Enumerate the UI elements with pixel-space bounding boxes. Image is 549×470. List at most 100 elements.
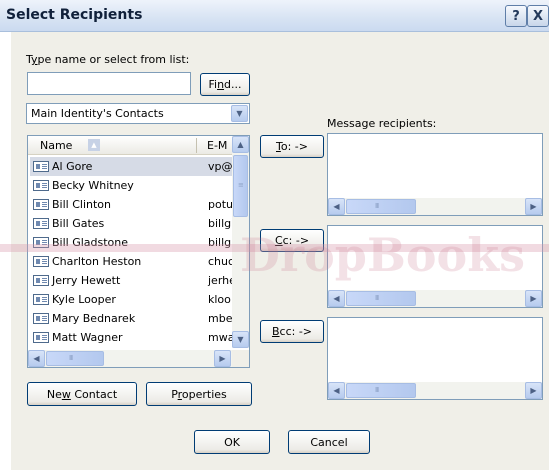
list-item[interactable]: Kyle Looper kloo [30, 290, 232, 309]
contact-email: potu [208, 198, 233, 211]
column-header-email[interactable]: E-M [207, 139, 227, 152]
contact-name: Bill Clinton [52, 198, 111, 211]
contact-name: Becky Whitney [52, 179, 134, 192]
address-book-value: Main Identity's Contacts [31, 107, 164, 120]
scroll-right-icon[interactable]: ▶ [525, 198, 542, 215]
dialog-body: Type name or select from list: Find... M… [11, 32, 549, 470]
help-button[interactable]: ? [505, 5, 527, 27]
bcc-recipients-list[interactable]: ◀ III ▶ [327, 317, 543, 400]
cc-recipients-list[interactable]: ◀ III ▶ [327, 225, 543, 308]
scroll-down-icon[interactable]: ▼ [232, 331, 249, 348]
to-button[interactable]: To: -> [260, 135, 324, 158]
grip-icon: III [375, 202, 379, 210]
list-item[interactable]: Matt Wagner mwa [30, 328, 235, 347]
contact-card-icon [33, 313, 49, 324]
properties-button[interactable]: Properties [146, 382, 252, 406]
contacts-horizontal-scrollbar[interactable]: ◀ III ▶ [28, 350, 232, 367]
scroll-left-icon[interactable]: ◀ [28, 350, 45, 367]
contact-name: Mary Bednarek [52, 312, 136, 325]
contact-email: mwa [208, 331, 235, 344]
grip-icon: III [375, 294, 379, 302]
scroll-corner [232, 350, 249, 367]
contact-card-icon [33, 218, 49, 229]
column-divider [196, 138, 197, 153]
list-header: Name ▲ E-M [28, 136, 232, 155]
contact-email: mbe [208, 312, 233, 325]
contact-card-icon [33, 256, 49, 267]
contacts-list[interactable]: Name ▲ E-M Al Gore vp@ Becky Whitney Bil… [27, 135, 250, 368]
cc-button[interactable]: Cc: -> [260, 229, 324, 252]
close-icon: X [532, 8, 544, 24]
close-button[interactable]: X [527, 5, 549, 27]
list-item[interactable]: Becky Whitney [30, 176, 232, 195]
to-horizontal-scrollbar[interactable]: ◀ III ▶ [328, 198, 542, 215]
list-item[interactable]: Al Gore vp@ [30, 157, 233, 176]
column-header-name[interactable]: Name [40, 139, 72, 152]
sort-ascending-icon: ▲ [88, 139, 100, 151]
search-input[interactable] [27, 72, 191, 95]
contact-card-icon [33, 294, 49, 305]
contact-card-icon [33, 161, 49, 172]
bcc-button-label: Bcc: -> [271, 325, 313, 338]
scroll-thumb[interactable]: III [346, 383, 416, 398]
contact-name: Kyle Looper [52, 293, 116, 306]
chevron-down-icon[interactable]: ▼ [231, 105, 248, 122]
find-button-label: Find... [208, 78, 242, 91]
scroll-thumb[interactable]: III [46, 351, 104, 366]
scroll-thumb[interactable]: III [346, 291, 416, 306]
scroll-left-icon[interactable]: ◀ [328, 290, 345, 307]
list-item[interactable]: Bill Gladstone billg( [30, 233, 235, 252]
contact-card-icon [33, 180, 49, 191]
list-item[interactable]: Bill Gates billg( [30, 214, 235, 233]
contact-card-icon [33, 332, 49, 343]
ok-label: OK [224, 435, 240, 449]
cancel-label: Cancel [310, 435, 348, 449]
new-contact-button[interactable]: New Contact [27, 382, 137, 406]
list-item[interactable]: Charlton Heston chuc [30, 252, 235, 271]
scroll-up-icon[interactable]: ▲ [232, 136, 249, 153]
scroll-thumb[interactable]: III [346, 199, 416, 214]
bcc-horizontal-scrollbar[interactable]: ◀ III ▶ [328, 382, 542, 399]
scroll-right-icon[interactable]: ▶ [525, 382, 542, 399]
find-button[interactable]: Find... [200, 73, 250, 96]
scroll-right-icon[interactable]: ▶ [214, 350, 231, 367]
help-icon: ? [512, 8, 520, 24]
address-book-select[interactable]: Main Identity's Contacts ▼ [26, 103, 250, 124]
grip-icon: ≡ [238, 181, 244, 189]
new-contact-label: New Contact [46, 387, 118, 401]
grip-icon: III [69, 354, 73, 362]
contact-name: Charlton Heston [52, 255, 142, 268]
contact-card-icon [33, 275, 49, 286]
grip-icon: III [375, 386, 379, 394]
scroll-left-icon[interactable]: ◀ [328, 198, 345, 215]
list-item[interactable]: Bill Clinton potu [30, 195, 233, 214]
cc-horizontal-scrollbar[interactable]: ◀ III ▶ [328, 290, 542, 307]
contact-name: Bill Gates [52, 217, 105, 230]
contact-name: Jerry Hewett [52, 274, 121, 287]
cancel-button[interactable]: Cancel [288, 430, 370, 454]
ok-button[interactable]: OK [194, 430, 270, 454]
scroll-right-icon[interactable]: ▶ [525, 290, 542, 307]
contacts-vertical-scrollbar[interactable]: ▲ ≡ ▼ [232, 136, 249, 348]
contact-card-icon [33, 237, 49, 248]
contact-card-icon [33, 199, 49, 210]
scroll-thumb[interactable]: ≡ [233, 155, 248, 217]
contact-email: kloo [208, 293, 231, 306]
contact-name: Matt Wagner [52, 331, 123, 344]
window-title: Select Recipients [6, 7, 143, 23]
bcc-button[interactable]: Bcc: -> [260, 320, 324, 343]
cc-button-label: Cc: -> [274, 234, 310, 247]
search-label: Type name or select from list: [26, 53, 190, 66]
contact-name: Al Gore [52, 160, 93, 173]
list-item[interactable]: Mary Bednarek mbe [30, 309, 232, 328]
properties-label: Properties [171, 387, 227, 401]
contact-email: vp@ [208, 160, 233, 173]
to-button-label: To: -> [276, 140, 308, 153]
message-recipients-label: Message recipients: [327, 117, 437, 130]
contact-name: Bill Gladstone [52, 236, 129, 249]
to-recipients-list[interactable]: ◀ III ▶ [327, 133, 543, 216]
scroll-left-icon[interactable]: ◀ [328, 382, 345, 399]
title-bar[interactable]: Select Recipients ? X [0, 0, 549, 32]
contact-email: chuc [208, 255, 235, 268]
list-item[interactable]: Jerry Hewett jerhe [30, 271, 236, 290]
